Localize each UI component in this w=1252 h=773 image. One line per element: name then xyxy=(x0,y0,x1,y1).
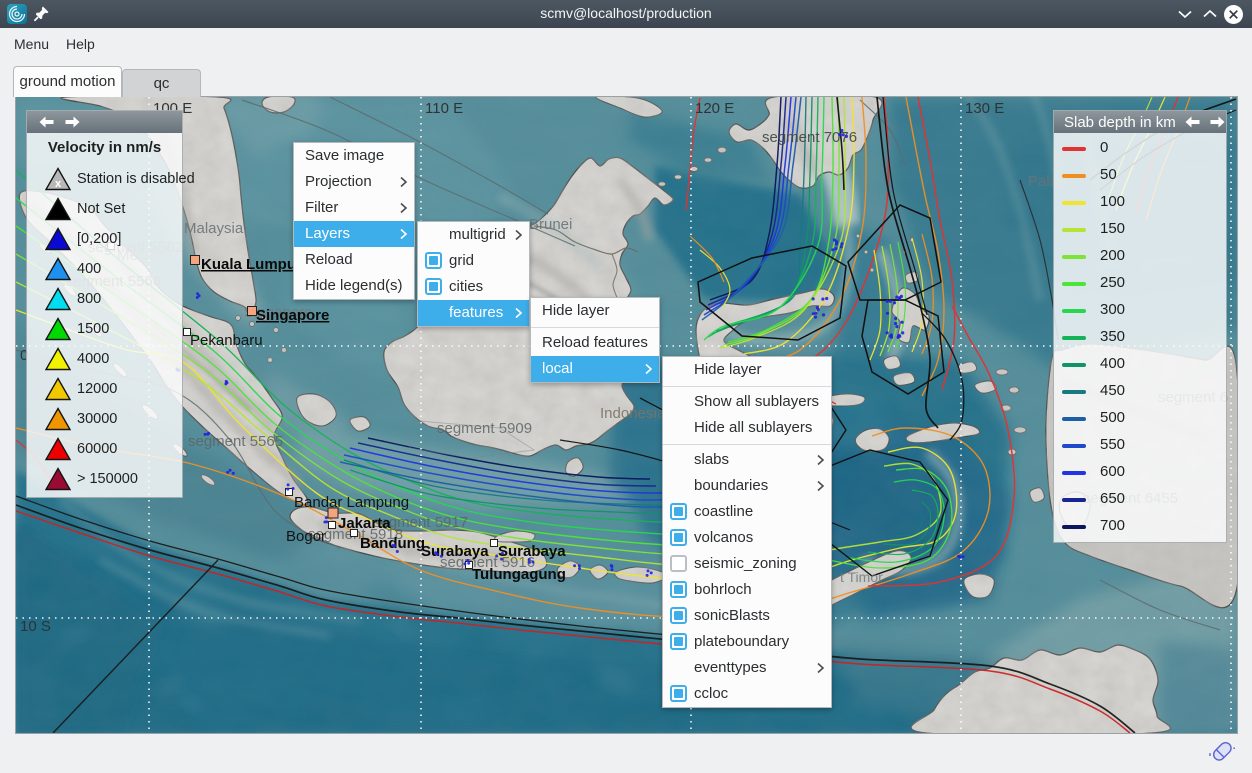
svg-text:Bogor: Bogor xyxy=(286,528,326,545)
svg-text:segment 5909: segment 5909 xyxy=(437,420,532,437)
svg-text:Indonesia: Indonesia xyxy=(600,405,666,422)
svg-text:120 E: 120 E xyxy=(695,100,734,117)
svg-text:Bandung: Bandung xyxy=(360,535,425,552)
svg-text:Pekanbaru: Pekanbaru xyxy=(190,332,263,349)
svg-text:Bandar Lampung: Bandar Lampung xyxy=(294,494,409,511)
svg-text:t Timor: t Timor xyxy=(840,569,883,585)
svg-text:Tulungagung: Tulungagung xyxy=(472,566,566,583)
svg-text:Singapore: Singapore xyxy=(256,307,329,324)
svg-text:10 S: 10 S xyxy=(20,618,51,635)
svg-text:Kuala Lumpur: Kuala Lumpur xyxy=(201,256,302,273)
svg-text:Surabaya: Surabaya xyxy=(421,543,489,560)
svg-text:Brunei: Brunei xyxy=(529,216,572,233)
svg-text:110 E: 110 E xyxy=(425,100,463,117)
svg-text:Malaysia: Malaysia xyxy=(184,220,244,237)
svg-text:Jakarta: Jakarta xyxy=(338,515,391,532)
svg-text:130 E: 130 E xyxy=(965,100,1004,117)
svg-text:x: x xyxy=(55,178,62,190)
svg-text:segment 5565: segment 5565 xyxy=(188,433,283,450)
svg-text:Surabaya: Surabaya xyxy=(498,543,566,560)
